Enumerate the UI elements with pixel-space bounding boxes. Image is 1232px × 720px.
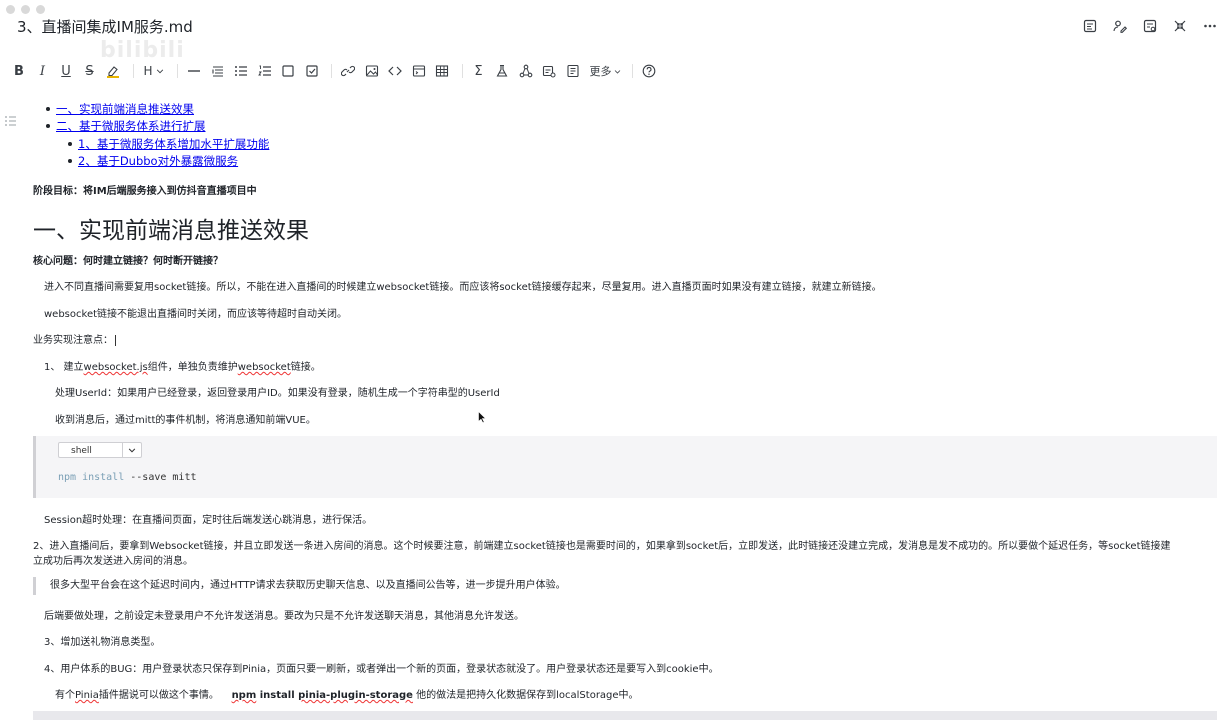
flask-icon[interactable] xyxy=(492,61,512,81)
toolbar-divider xyxy=(132,64,134,78)
code-keyword: npm install xyxy=(58,472,125,483)
strikethrough-button[interactable]: S xyxy=(80,61,100,81)
editor-toolbar: B I U S H Σ 更多 xyxy=(0,60,1232,82)
toolbar-divider xyxy=(331,64,332,78)
toc-link[interactable]: 2、基于Dubbo对外暴露微服务 xyxy=(78,154,238,168)
next-block-edge xyxy=(33,711,1217,720)
paragraph: 4、用户体系的BUG：用户登录状态只保存到Pinia，页面只要一刷新，或者弹出一… xyxy=(44,664,719,675)
more-label: 更多 xyxy=(589,65,612,78)
text-span: 他的做法是把持久化数据保存到localStorage中。 xyxy=(412,690,639,701)
paragraph: 2、进入直播间后，要拿到Websocket链接，并且立即发送一条进入房间的消息。… xyxy=(33,541,1171,552)
bullet-list-icon[interactable] xyxy=(231,61,251,81)
more-dropdown[interactable]: 更多 xyxy=(588,61,622,81)
inline-command: npm xyxy=(231,690,257,701)
image-icon[interactable] xyxy=(362,61,382,81)
inline-command: pinia-plugin-storage xyxy=(298,690,413,701)
minimize-window-button[interactable] xyxy=(21,5,30,14)
help-icon[interactable] xyxy=(639,61,659,81)
paragraph-text: 业务实现注意点： xyxy=(33,335,113,346)
paragraph: 1、 建立websocket.js组件，单独负责维护websocket链接。 xyxy=(44,358,321,373)
code-block-icon[interactable] xyxy=(409,61,429,81)
paragraph: 收到消息后，通过mitt的事件机制，将消息通知前端VUE。 xyxy=(55,415,316,426)
window-controls xyxy=(6,5,45,14)
language-label: shell xyxy=(71,446,92,456)
code-line: npm install --save mitt xyxy=(58,472,196,483)
inline-command: install xyxy=(256,690,299,701)
paragraph: websocket链接不能退出直播间时关闭，而应该等待超时自动关闭。 xyxy=(44,309,348,320)
core-question: 核心问题：何时建立链接？何时断开链接？ xyxy=(33,256,223,267)
title-bar: bilibili 3、直播间集成IM服务.md xyxy=(0,0,1232,63)
stage-goal: 阶段目标：将IM后端服务接入到仿抖音直播项目中 xyxy=(33,186,257,197)
misspelled-word: Pinia xyxy=(75,690,99,701)
chevron-down-icon xyxy=(122,443,141,457)
text-span: 有个 xyxy=(55,690,75,701)
formula-sigma-icon[interactable]: Σ xyxy=(469,61,489,81)
link-icon[interactable] xyxy=(338,61,358,81)
close-window-button[interactable] xyxy=(6,5,15,14)
heading-dropdown[interactable]: H xyxy=(140,61,168,81)
misspelled-word: websocket.js xyxy=(83,362,148,373)
edit-user-icon[interactable] xyxy=(1112,18,1128,34)
toc-link[interactable]: 二、基于微服务体系进行扩展 xyxy=(56,119,206,133)
settings-list-icon[interactable] xyxy=(1142,18,1158,34)
heading-1: 一、实现前端消息推送效果 xyxy=(33,218,309,244)
note-icon[interactable] xyxy=(563,61,583,81)
paragraph: 进入不同直播间需要复用socket链接。所以，不能在进入直播间的时候建立webs… xyxy=(44,282,882,293)
code-block[interactable]: shell npm install --save mitt xyxy=(33,436,1217,498)
blockquote-icon[interactable] xyxy=(208,61,228,81)
document-title: 3、直播间集成IM服务.md xyxy=(17,18,193,36)
attachment-icon[interactable] xyxy=(539,61,559,81)
text-span: 插件据说可以做这个事情。 xyxy=(98,690,219,701)
text-span: 1、 建立 xyxy=(44,362,84,373)
sidebar-toggle-icon[interactable] xyxy=(4,112,18,126)
bullet xyxy=(46,107,50,111)
checkbox-icon[interactable] xyxy=(302,61,322,81)
more-icon[interactable] xyxy=(1202,18,1218,34)
code-text: --save mitt xyxy=(124,472,197,483)
bold-button[interactable]: B xyxy=(9,61,29,81)
paragraph: Session超时处理：在直播间页面，定时往后端发送心跳消息，进行保活。 xyxy=(44,515,373,526)
collapse-icon[interactable] xyxy=(1172,18,1188,34)
horizontal-rule-icon[interactable] xyxy=(184,61,204,81)
toolbar-divider xyxy=(461,64,463,78)
paragraph: 业务实现注意点： xyxy=(33,331,116,346)
zoom-window-button[interactable] xyxy=(36,5,45,14)
outline-icon[interactable] xyxy=(1082,18,1098,34)
highlight-icon[interactable] xyxy=(103,61,123,81)
misspelled-word: websocket xyxy=(237,362,291,373)
underline-button[interactable]: U xyxy=(56,61,76,81)
toolbar-divider xyxy=(177,64,178,78)
toc-item: 1、基于微服务体系增加水平扩展功能 xyxy=(68,136,269,152)
language-select[interactable]: shell xyxy=(58,442,142,458)
ordered-list-icon[interactable] xyxy=(255,61,275,81)
toc-link[interactable]: 1、基于微服务体系增加水平扩展功能 xyxy=(78,137,269,151)
bullet xyxy=(68,159,72,163)
title-actions xyxy=(1082,18,1218,34)
paragraph: 立成功后再次发送进入房间的消息。 xyxy=(33,556,193,567)
square-icon[interactable] xyxy=(278,61,298,81)
paragraph: 有个Pinia插件据说可以做这个事情。 npm install pinia-pl… xyxy=(55,686,639,701)
paragraph: 处理UserId：如果用户已经登录，返回登录用户ID。如果没有登录，随机生成一个… xyxy=(55,388,500,399)
bullet xyxy=(46,124,50,128)
blockquote: 很多大型平台会在这个延迟时间内，通过HTTP请求去获取历史聊天信息、以及直播间公… xyxy=(33,577,1217,595)
inline-code-icon[interactable] xyxy=(385,61,405,81)
toc-item: 一、实现前端消息推送效果 xyxy=(46,101,194,117)
paragraph: 3、增加送礼物消息类型。 xyxy=(44,637,161,648)
toolbar-divider xyxy=(631,64,633,78)
toc-item: 二、基于微服务体系进行扩展 xyxy=(46,118,206,134)
italic-button[interactable]: I xyxy=(33,61,53,81)
table-icon[interactable] xyxy=(432,61,452,81)
toc-link[interactable]: 一、实现前端消息推送效果 xyxy=(56,102,194,116)
diagram-icon[interactable] xyxy=(516,61,536,81)
mouse-pointer-icon xyxy=(478,411,486,423)
toc-item: 2、基于Dubbo对外暴露微服务 xyxy=(68,153,238,169)
text-span: 组件，单独负责维护 xyxy=(147,362,238,373)
bullet xyxy=(68,142,72,146)
text-span: 链接。 xyxy=(290,362,321,373)
text-cursor xyxy=(115,334,116,346)
paragraph: 后端要做处理，之前设定未登录用户不允许发送消息。要改为只是不允许发送聊天消息，其… xyxy=(44,611,524,622)
